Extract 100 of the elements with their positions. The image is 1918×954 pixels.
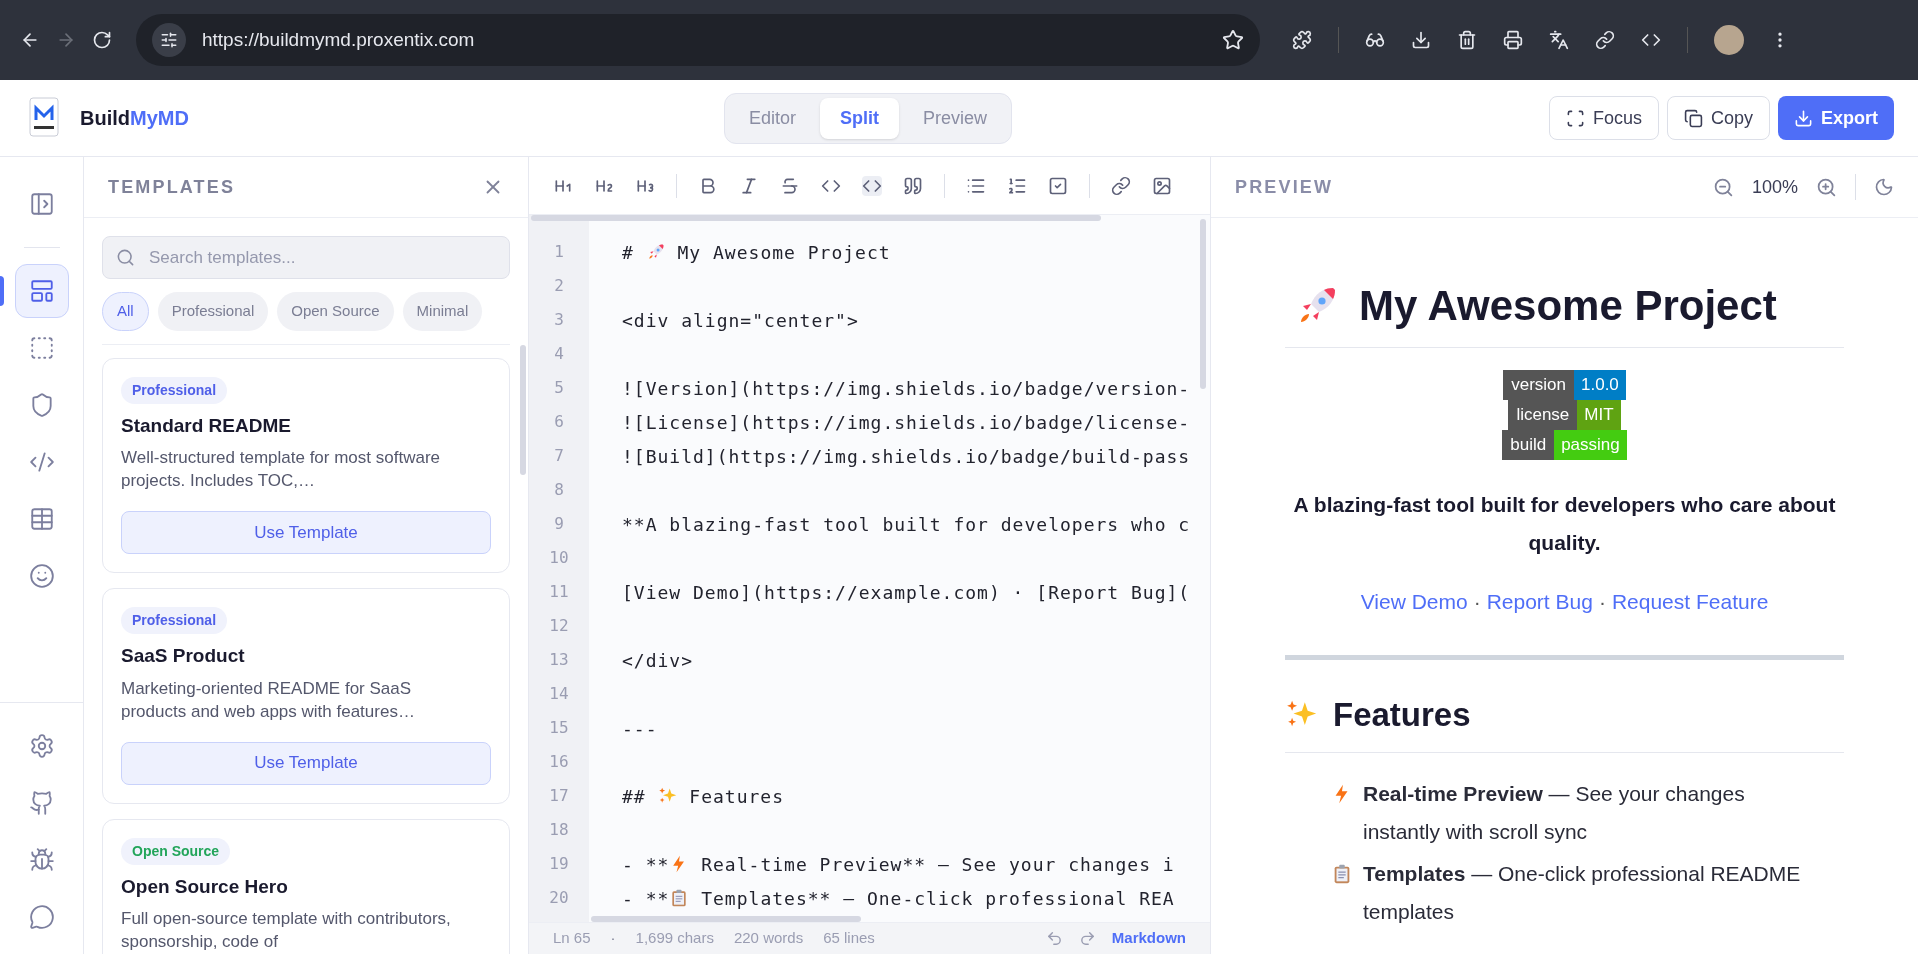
use-template-button[interactable]: Use Template [121, 511, 491, 554]
line-number: 10 [549, 547, 569, 569]
line-number: 9 [554, 513, 564, 535]
badge-value: MIT [1577, 399, 1621, 430]
preview-link[interactable]: View Demo [1360, 585, 1468, 617]
badge-label: version [1503, 369, 1574, 400]
filter-chip[interactable]: All [102, 292, 149, 331]
translate-icon[interactable] [1549, 30, 1569, 50]
focus-frame-icon [1565, 108, 1585, 128]
avatar[interactable] [1714, 25, 1744, 55]
code-text: # [622, 240, 635, 265]
line-number: 7 [554, 445, 564, 467]
bookmark-star-icon[interactable] [1222, 29, 1244, 51]
code-line: ![Version](https://img.shields.io/badge/version- [622, 376, 1191, 401]
word-count: 220 words [733, 928, 804, 949]
section-heading: Features [1333, 695, 1471, 735]
code-line: ![License](https://img.shields.io/badge/license- [622, 410, 1191, 435]
brand-name: BuildMyMD [80, 106, 189, 131]
trash-icon[interactable] [1457, 30, 1477, 50]
filter-chip[interactable]: Open Source [277, 292, 394, 331]
line-number: 17 [549, 785, 569, 807]
view-tab[interactable]: Split [820, 97, 900, 139]
use-template-button[interactable]: Use Template [121, 741, 491, 785]
quote-icon[interactable] [903, 175, 923, 196]
line-count: 65 lines [823, 928, 875, 949]
extensions-icon[interactable] [1292, 30, 1312, 50]
code-text: ## [622, 784, 647, 809]
code-text: - ** [622, 852, 670, 877]
italic-icon[interactable] [739, 175, 759, 196]
feature-text: Templates — One-click professional README templates [1363, 860, 1802, 925]
view-tab[interactable]: Preview [903, 97, 1008, 139]
line-number: 5 [554, 377, 564, 399]
scrollbar-thumb[interactable] [520, 344, 526, 475]
line-number: 20 [549, 887, 569, 909]
link-icon[interactable] [1595, 30, 1615, 50]
line-number: 16 [549, 751, 569, 773]
preview-link[interactable]: Report Bug [1486, 585, 1593, 617]
category-tag: Professional [121, 376, 228, 404]
code-block-icon[interactable] [862, 175, 882, 196]
download-icon [1794, 108, 1813, 128]
printer-icon[interactable] [1503, 30, 1523, 50]
line-number: 4 [554, 343, 564, 365]
filter-chip[interactable]: Professional [157, 292, 269, 331]
mode-label: Markdown [1111, 928, 1186, 949]
checkbox-icon[interactable] [1048, 175, 1068, 196]
scrollbar-thumb[interactable] [531, 215, 1101, 221]
image-icon[interactable] [1152, 175, 1172, 196]
zoom-out-icon[interactable] [1712, 176, 1734, 198]
scrollbar-thumb[interactable] [1200, 219, 1206, 389]
card-title: Standard README [121, 413, 292, 438]
code-line: [View Demo](https://example.com) · [Report Bug]( [622, 580, 1191, 605]
separator-dot: · [1473, 588, 1481, 615]
badge-label: build [1502, 429, 1555, 460]
reload-button[interactable] [92, 30, 112, 50]
theme-moon-icon[interactable] [1874, 177, 1894, 197]
focus-button[interactable]: Focus [1548, 96, 1659, 140]
line-number: 11 [549, 581, 569, 603]
card-description: Well-structured template for most software projects. Includes TOC,… [121, 447, 441, 492]
copy-button[interactable]: Copy [1666, 96, 1770, 140]
line-number: 2 [554, 275, 564, 297]
code-line: <div align="center"> [622, 308, 859, 333]
search-field[interactable]: Search templates... [102, 236, 510, 279]
badge-label: license [1508, 399, 1578, 430]
filter-chip[interactable]: Minimal [402, 292, 483, 331]
card-title: Open Source Hero [121, 874, 289, 899]
code-line: ![Build](https://img.shields.io/badge/build-pass [622, 444, 1191, 469]
zoom-in-icon[interactable] [1816, 176, 1837, 198]
code-text: Features [688, 784, 785, 809]
line-number: 8 [554, 479, 564, 501]
feature-text: Real-time Preview — See your changes instantly with scroll sync [1363, 780, 1746, 845]
code-text: Real-time Preview** — See your changes i [700, 852, 1175, 877]
line-number: 6 [554, 411, 564, 433]
code-line: </div> [622, 648, 694, 673]
panel-title: TEMPLATES [108, 175, 236, 199]
code-text: Templates** — One-click professional REA [700, 886, 1175, 911]
code-line: **A blazing-fast tool built for developers who c [622, 512, 1191, 537]
separator-dot: · [610, 928, 616, 949]
line-number: 12 [549, 615, 569, 637]
card-description: Full open-source template with contributors, sponsorship, code of [121, 908, 452, 953]
layout-icon[interactable] [14, 264, 69, 318]
tagline: A blazing-fast tool built for developers who care about quality. [1292, 491, 1837, 556]
line-number: 19 [549, 853, 569, 875]
badge-value: 1.0.0 [1574, 369, 1626, 400]
panel-title: PREVIEW [1235, 175, 1334, 199]
card-description: Marketing-oriented README for SaaS products and web apps with features… [121, 677, 416, 723]
view-tab[interactable]: Editor [729, 97, 817, 139]
copy-icon [1683, 108, 1703, 128]
category-tag: Open Source [121, 837, 231, 865]
line-number: 3 [554, 309, 564, 331]
scrollbar-thumb[interactable] [591, 916, 861, 922]
download-icon[interactable] [1411, 30, 1431, 50]
code-text: - ** [622, 886, 670, 911]
address-bar[interactable]: https://buildmymd.proxentix.com [136, 14, 1260, 66]
preview-link[interactable]: Request Feature [1611, 585, 1769, 617]
glasses-icon[interactable] [1365, 30, 1385, 50]
link-icon[interactable] [1111, 175, 1131, 196]
line-number: 14 [549, 683, 569, 705]
export-button[interactable]: Export [1778, 96, 1894, 140]
line-number: 1 [554, 241, 564, 263]
site-info-icon[interactable] [152, 23, 186, 57]
